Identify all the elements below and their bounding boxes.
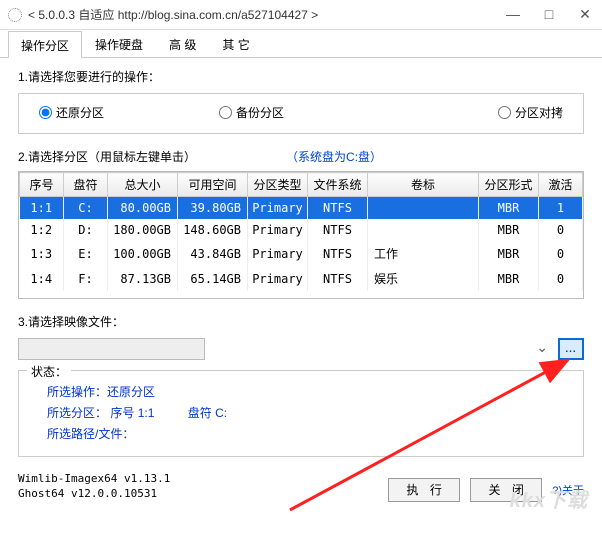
ghost-version: Ghost64 v12.0.0.10531	[18, 486, 170, 501]
execute-button[interactable]: 执 行	[388, 478, 460, 502]
cell-drv: C:	[64, 197, 108, 220]
status-partition: 所选分区： 序号 1:1 盘符 C:	[47, 404, 571, 421]
cell-ptype: Primary	[248, 266, 308, 291]
tab-advanced[interactable]: 高 级	[156, 30, 209, 57]
version-info: Wimlib-Imagex64 v1.13.1 Ghost64 v12.0.0.…	[18, 471, 170, 502]
tab-operate-partition[interactable]: 操作分区	[8, 31, 82, 58]
cell-drv: F:	[64, 266, 108, 291]
tab-operate-disk[interactable]: 操作硬盘	[82, 30, 156, 57]
th-seq[interactable]: 序号	[20, 173, 64, 197]
tab-bar: 操作分区 操作硬盘 高 级 其 它	[0, 30, 602, 58]
window-titlebar: < 5.0.0.3 自适应 http://blog.sina.com.cn/a5…	[0, 0, 602, 30]
cell-vol: 娱乐	[368, 266, 479, 291]
th-drive[interactable]: 盘符	[64, 173, 108, 197]
cell-fs: NTFS	[308, 241, 368, 266]
close-window-button[interactable]: ✕	[576, 6, 594, 23]
cell-drv: E:	[64, 241, 108, 266]
section1-label: 1.请选择您要进行的操作：	[18, 68, 584, 85]
cell-ptype: Primary	[248, 219, 308, 241]
cell-pform: MBR	[479, 197, 539, 220]
cell-ptype: Primary	[248, 241, 308, 266]
cell-seq: 1:2	[20, 219, 64, 241]
cell-seq: 1:3	[20, 241, 64, 266]
th-free[interactable]: 可用空间	[178, 173, 248, 197]
th-volume[interactable]: 卷标	[368, 173, 479, 197]
cell-total: 100.00GB	[108, 241, 178, 266]
cell-vol	[368, 197, 479, 220]
th-fs[interactable]: 文件系统	[308, 173, 368, 197]
tab-other[interactable]: 其 它	[209, 30, 262, 57]
th-active[interactable]: 激活	[539, 173, 583, 197]
th-pform[interactable]: 分区形式	[479, 173, 539, 197]
window-title: < 5.0.0.3 自适应 http://blog.sina.com.cn/a5…	[28, 6, 504, 23]
cell-pform: MBR	[479, 219, 539, 241]
cell-fs: NTFS	[308, 197, 368, 220]
cell-pform: MBR	[479, 266, 539, 291]
table-row[interactable]: 1:2D:180.00GB148.60GBPrimaryNTFS MBR0	[20, 219, 583, 241]
table-row[interactable]: 1:3E:100.00GB43.84GBPrimaryNTFS工作MBR0	[20, 241, 583, 266]
cell-ptype: Primary	[248, 197, 308, 220]
cell-total: 87.13GB	[108, 266, 178, 291]
cell-vol: 工作	[368, 241, 479, 266]
about-link[interactable]: ?)关于	[552, 482, 584, 498]
wimlib-version: Wimlib-Imagex64 v1.13.1	[18, 471, 170, 486]
radio-restore-input[interactable]	[39, 106, 52, 119]
cell-fs: NTFS	[308, 219, 368, 241]
cell-fs: NTFS	[308, 266, 368, 291]
radio-backup-input[interactable]	[219, 106, 232, 119]
status-title: 状态：	[27, 363, 71, 380]
table-row[interactable]: 1:1C:80.00GB39.80GBPrimaryNTFS MBR1	[20, 197, 583, 220]
app-icon	[8, 8, 22, 22]
section3-label: 3.请选择映像文件：	[18, 313, 584, 330]
status-path: 所选路径/文件：	[47, 425, 571, 442]
cell-free: 148.60GB	[178, 219, 248, 241]
partition-table: 序号 盘符 总大小 可用空间 分区类型 文件系统 卷标 分区形式 激活 1:1C…	[18, 171, 584, 299]
table-row[interactable]: 1:4F:87.13GB65.14GBPrimaryNTFS娱乐MBR0	[20, 266, 583, 291]
th-total[interactable]: 总大小	[108, 173, 178, 197]
close-button[interactable]: 关 闭	[470, 478, 542, 502]
minimize-button[interactable]: ―	[504, 6, 522, 23]
cell-free: 43.84GB	[178, 241, 248, 266]
cell-pform: MBR	[479, 241, 539, 266]
browse-button[interactable]: ...	[558, 338, 584, 360]
radio-backup-label: 备份分区	[236, 104, 284, 121]
section2-label: 2.请选择分区（用鼠标左键单击）	[18, 148, 196, 165]
operation-radio-group: 还原分区 备份分区 分区对拷	[18, 93, 584, 134]
table-header-row: 序号 盘符 总大小 可用空间 分区类型 文件系统 卷标 分区形式 激活	[20, 173, 583, 197]
radio-copy-partition[interactable]: 分区对拷	[443, 104, 563, 121]
radio-restore-label: 还原分区	[56, 104, 104, 121]
maximize-button[interactable]: □	[540, 6, 558, 23]
status-panel: 状态： 所选操作：还原分区 所选分区： 序号 1:1 盘符 C: 所选路径/文件…	[18, 370, 584, 457]
radio-restore-partition[interactable]: 还原分区	[39, 104, 219, 121]
radio-copy-label: 分区对拷	[515, 104, 563, 121]
cell-free: 39.80GB	[178, 197, 248, 220]
cell-free: 65.14GB	[178, 266, 248, 291]
th-ptype[interactable]: 分区类型	[248, 173, 308, 197]
cell-total: 180.00GB	[108, 219, 178, 241]
cell-total: 80.00GB	[108, 197, 178, 220]
radio-copy-input[interactable]	[498, 106, 511, 119]
cell-act: 0	[539, 266, 583, 291]
cell-seq: 1:4	[20, 266, 64, 291]
image-file-select[interactable]	[18, 338, 205, 360]
cell-act: 1	[539, 197, 583, 220]
cell-drv: D:	[64, 219, 108, 241]
cell-vol	[368, 219, 479, 241]
cell-act: 0	[539, 241, 583, 266]
radio-backup-partition[interactable]: 备份分区	[219, 104, 443, 121]
status-operation: 所选操作：还原分区	[47, 383, 571, 400]
system-drive-hint: （系统盘为C:盘）	[286, 148, 382, 165]
cell-act: 0	[539, 219, 583, 241]
cell-seq: 1:1	[20, 197, 64, 220]
window-controls: ― □ ✕	[504, 6, 594, 23]
